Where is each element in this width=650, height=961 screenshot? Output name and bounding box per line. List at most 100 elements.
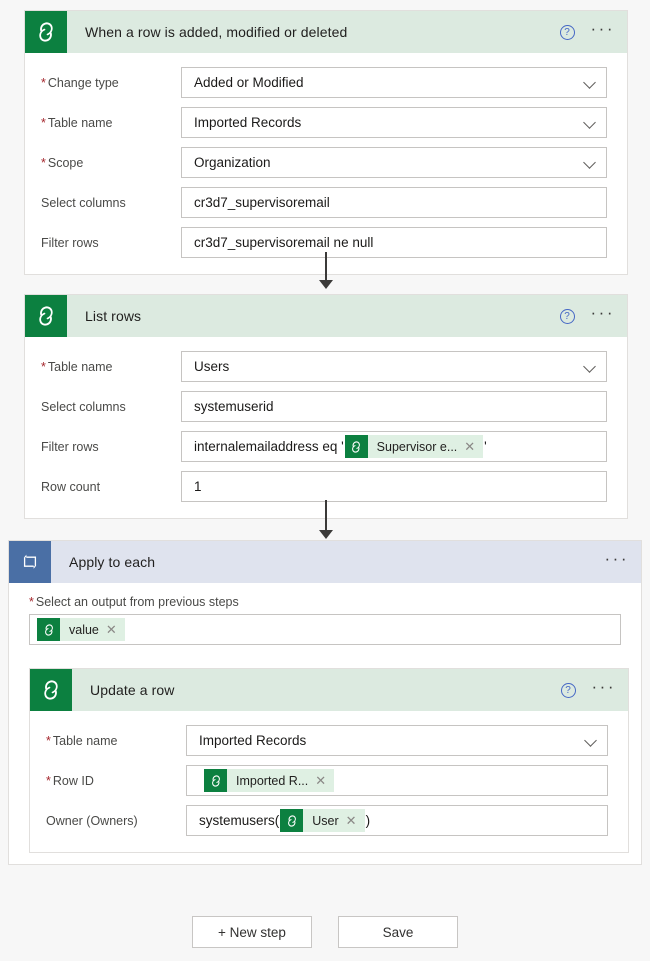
table-name-dropdown[interactable]: Imported Records [181, 107, 607, 138]
select-columns-input[interactable]: cr3d7_supervisoremail [181, 187, 607, 218]
more-options-icon[interactable]: ··· [592, 678, 616, 697]
field-label: Select columns [41, 399, 126, 414]
close-icon[interactable]: ✕ [315, 774, 334, 787]
loop-card-apply-to-each[interactable]: Apply to each ··· * Select an output from… [8, 540, 642, 865]
field-row-row-id: * Row ID Imported R... ✕ [46, 765, 608, 796]
dataverse-icon [37, 618, 60, 641]
field-value: Imported Records [199, 733, 307, 748]
step-header-actions: ? ··· [560, 669, 616, 711]
field-label: * Row ID [46, 773, 94, 788]
step-header-actions: ? ··· [559, 11, 615, 53]
more-options-icon[interactable]: ··· [605, 550, 629, 569]
step-header-update-a-row[interactable]: Update a row ? ··· [30, 669, 628, 711]
field-value: Imported Records [194, 115, 302, 130]
field-row-select-columns: Select columns cr3d7_supervisoremail [41, 187, 607, 218]
loop-output-label: * Select an output from previous steps [29, 595, 239, 609]
token-label: User [312, 813, 339, 828]
required-marker: * [41, 75, 46, 90]
row-id-input[interactable]: Imported R... ✕ [186, 765, 608, 796]
dynamic-content-token[interactable]: Supervisor e... ✕ [344, 435, 484, 458]
field-row-table-name: * Table name Imported Records [41, 107, 607, 138]
required-marker: * [29, 595, 34, 609]
expression-prefix: internalemailaddress eq ' [194, 439, 344, 454]
step-header-trigger[interactable]: When a row is added, modified or deleted… [25, 11, 627, 53]
owner-input[interactable]: systemusers( User ✕ ) [186, 805, 608, 836]
chevron-down-icon[interactable] [584, 117, 596, 129]
field-row-change-type: * Change type Added or Modified [41, 67, 607, 98]
select-columns-input[interactable]: systemuserid [181, 391, 607, 422]
chevron-down-icon[interactable] [584, 157, 596, 169]
expression-suffix: ' [484, 439, 487, 454]
field-label: * Table name [41, 359, 113, 374]
field-label: Select columns [41, 195, 126, 210]
save-button[interactable]: Save [338, 916, 458, 948]
step-header-actions: ? ··· [559, 295, 615, 337]
field-value: 1 [194, 479, 202, 494]
field-label: Owner (Owners) [46, 813, 138, 828]
step-header-list-rows[interactable]: List rows ? ··· [25, 295, 627, 337]
token-label: value [69, 622, 99, 637]
field-row-row-count: Row count 1 [41, 471, 607, 502]
close-icon[interactable]: ✕ [464, 440, 483, 453]
more-options-icon[interactable]: ··· [591, 20, 615, 39]
help-icon[interactable]: ? [559, 308, 575, 324]
dataverse-icon [280, 809, 304, 832]
required-marker: * [41, 359, 46, 374]
step-card-trigger[interactable]: When a row is added, modified or deleted… [24, 10, 628, 275]
loop-icon [9, 541, 51, 583]
field-label: * Table name [46, 733, 118, 748]
expression-suffix: ) [365, 813, 371, 828]
row-count-input[interactable]: 1 [181, 471, 607, 502]
chevron-down-icon[interactable] [585, 735, 597, 747]
dynamic-content-token[interactable]: Imported R... ✕ [204, 769, 335, 792]
field-label: Row count [41, 479, 101, 494]
field-value: Added or Modified [194, 75, 304, 90]
field-row-owner: Owner (Owners) systemusers( User ✕) [46, 805, 608, 836]
chevron-down-icon[interactable] [584, 361, 596, 373]
field-value: cr3d7_supervisoremail [194, 195, 330, 210]
dataverse-icon [25, 11, 67, 53]
required-marker: * [46, 733, 51, 748]
new-step-button[interactable]: + New step [192, 916, 312, 948]
field-value: Users [194, 359, 230, 374]
scope-dropdown[interactable]: Organization [181, 147, 607, 178]
table-name-dropdown[interactable]: Users [181, 351, 607, 382]
step-title: Update a row [90, 682, 175, 698]
field-label: * Scope [41, 155, 84, 170]
field-value: Organization [194, 155, 271, 170]
table-name-dropdown[interactable]: Imported Records [186, 725, 608, 756]
required-marker: * [46, 773, 51, 788]
loop-body: * Select an output from previous steps va… [9, 583, 641, 663]
connector-arrow-2 [316, 500, 336, 540]
close-icon[interactable]: ✕ [106, 623, 125, 636]
field-row-table-name: * Table name Users [41, 351, 607, 382]
field-label: * Change type [41, 75, 119, 90]
field-row-table-name: * Table name Imported Records [46, 725, 608, 756]
field-label: * Table name [41, 115, 113, 130]
chevron-down-icon[interactable] [584, 77, 596, 89]
loop-title: Apply to each [69, 554, 156, 570]
step-card-list-rows[interactable]: List rows ? ··· * Table name Users Select… [24, 294, 628, 519]
required-marker: * [41, 115, 46, 130]
token-label: Supervisor e... [376, 439, 458, 454]
field-row-select-columns: Select columns systemuserid [41, 391, 607, 422]
help-icon[interactable]: ? [560, 682, 576, 698]
loop-header-actions: ··· [605, 541, 629, 583]
loop-output-input[interactable]: value ✕ [29, 614, 621, 645]
help-icon[interactable]: ? [559, 24, 575, 40]
dataverse-icon [25, 295, 67, 337]
close-icon[interactable]: ✕ [346, 814, 365, 827]
dynamic-content-token[interactable]: value ✕ [37, 618, 125, 641]
step-card-update-a-row[interactable]: Update a row ? ··· * Table name Imported … [29, 668, 629, 853]
connector-arrow-1 [316, 252, 336, 290]
filter-rows-input[interactable]: cr3d7_supervisoremail ne null [181, 227, 607, 258]
required-marker: * [41, 155, 46, 170]
field-row-scope: * Scope Organization [41, 147, 607, 178]
dynamic-content-token[interactable]: User ✕ [280, 809, 365, 832]
more-options-icon[interactable]: ··· [591, 304, 615, 323]
filter-rows-input[interactable]: internalemailaddress eq ' Supervisor e..… [181, 431, 607, 462]
loop-header[interactable]: Apply to each ··· [9, 541, 641, 583]
field-value: cr3d7_supervisoremail ne null [194, 235, 374, 250]
dataverse-icon [344, 435, 368, 458]
change-type-dropdown[interactable]: Added or Modified [181, 67, 607, 98]
